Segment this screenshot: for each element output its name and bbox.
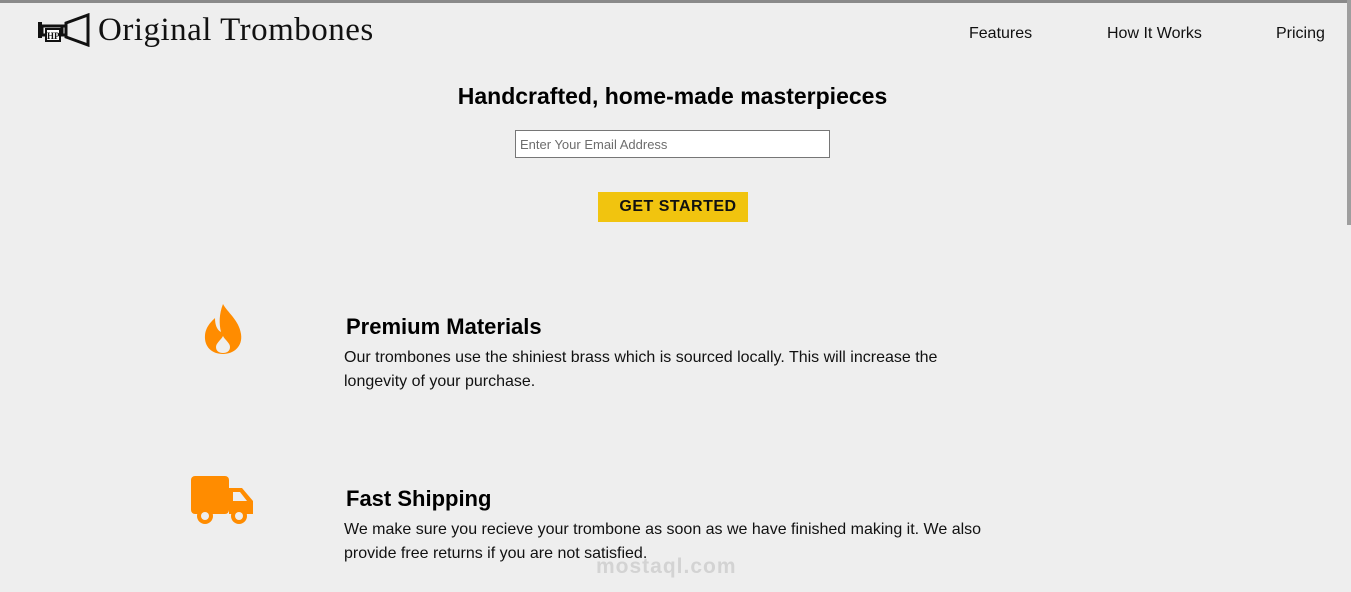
feature-title: Premium Materials	[346, 314, 542, 339]
nav-link-how-it-works[interactable]: How It Works	[1107, 25, 1202, 43]
feature-title: Fast Shipping	[346, 486, 492, 511]
trombone-logo-icon: HP	[38, 13, 90, 47]
fire-icon	[204, 304, 242, 354]
brand-logo[interactable]: HP Original Trombones	[36, 13, 374, 47]
hero-title: Handcrafted, home-made masterpieces	[457, 83, 888, 109]
nav-link-pricing[interactable]: Pricing	[1276, 25, 1325, 43]
site-header: HP Original Trombones Features How It Wo…	[0, 3, 1351, 63]
email-input[interactable]	[515, 130, 830, 158]
nav-link-features[interactable]: Features	[969, 25, 1032, 43]
brand-name: Original Trombones	[98, 11, 374, 48]
svg-text:HP: HP	[47, 31, 60, 41]
get-started-button[interactable]: GET STARTED	[598, 192, 748, 222]
watermark: mostaql.com	[596, 555, 737, 578]
truck-icon	[191, 476, 253, 524]
feature-description: Our trombones use the shiniest brass whi…	[344, 349, 938, 390]
